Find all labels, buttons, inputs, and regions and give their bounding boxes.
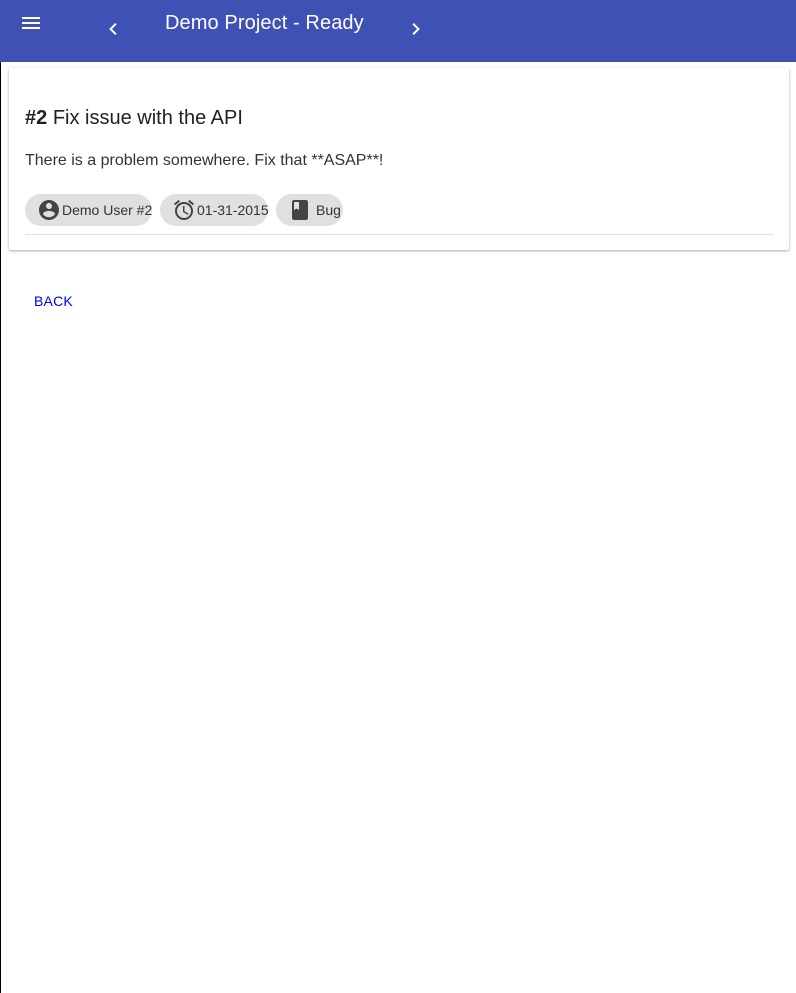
assignee-label: Demo User #2 xyxy=(62,202,153,218)
chevron-right-icon xyxy=(412,23,420,35)
menu-button[interactable] xyxy=(18,10,44,36)
chevron-left-icon xyxy=(109,23,117,35)
assignee-chip[interactable]: Demo User #2 xyxy=(25,194,152,226)
alarm-icon xyxy=(172,198,196,222)
issue-card: #2 Fix issue with the API There is a pro… xyxy=(9,68,789,250)
issue-type-chip[interactable]: Bug xyxy=(276,194,343,226)
due-date-chip[interactable]: 01-31-2015 xyxy=(160,194,269,226)
due-date-label: 01-31-2015 xyxy=(197,202,269,218)
previous-button[interactable] xyxy=(102,17,126,41)
issue-description: There is a problem somewhere. Fix that *… xyxy=(25,152,384,169)
account-circle-icon xyxy=(37,198,61,222)
window-edge xyxy=(0,62,1,993)
issue-title: Fix issue with the API xyxy=(52,107,243,129)
menu-icon xyxy=(22,17,40,29)
back-button[interactable]: BACK xyxy=(34,293,73,309)
issue-heading: #2 Fix issue with the API xyxy=(25,106,243,130)
app-bar: Demo Project - Ready xyxy=(0,0,796,62)
issue-number: #2 xyxy=(25,107,48,129)
next-button[interactable] xyxy=(403,17,427,41)
page-title: Demo Project - Ready xyxy=(165,12,364,34)
bookmark-icon xyxy=(288,198,312,222)
issue-type-label: Bug xyxy=(316,202,341,218)
card-divider xyxy=(25,234,773,235)
